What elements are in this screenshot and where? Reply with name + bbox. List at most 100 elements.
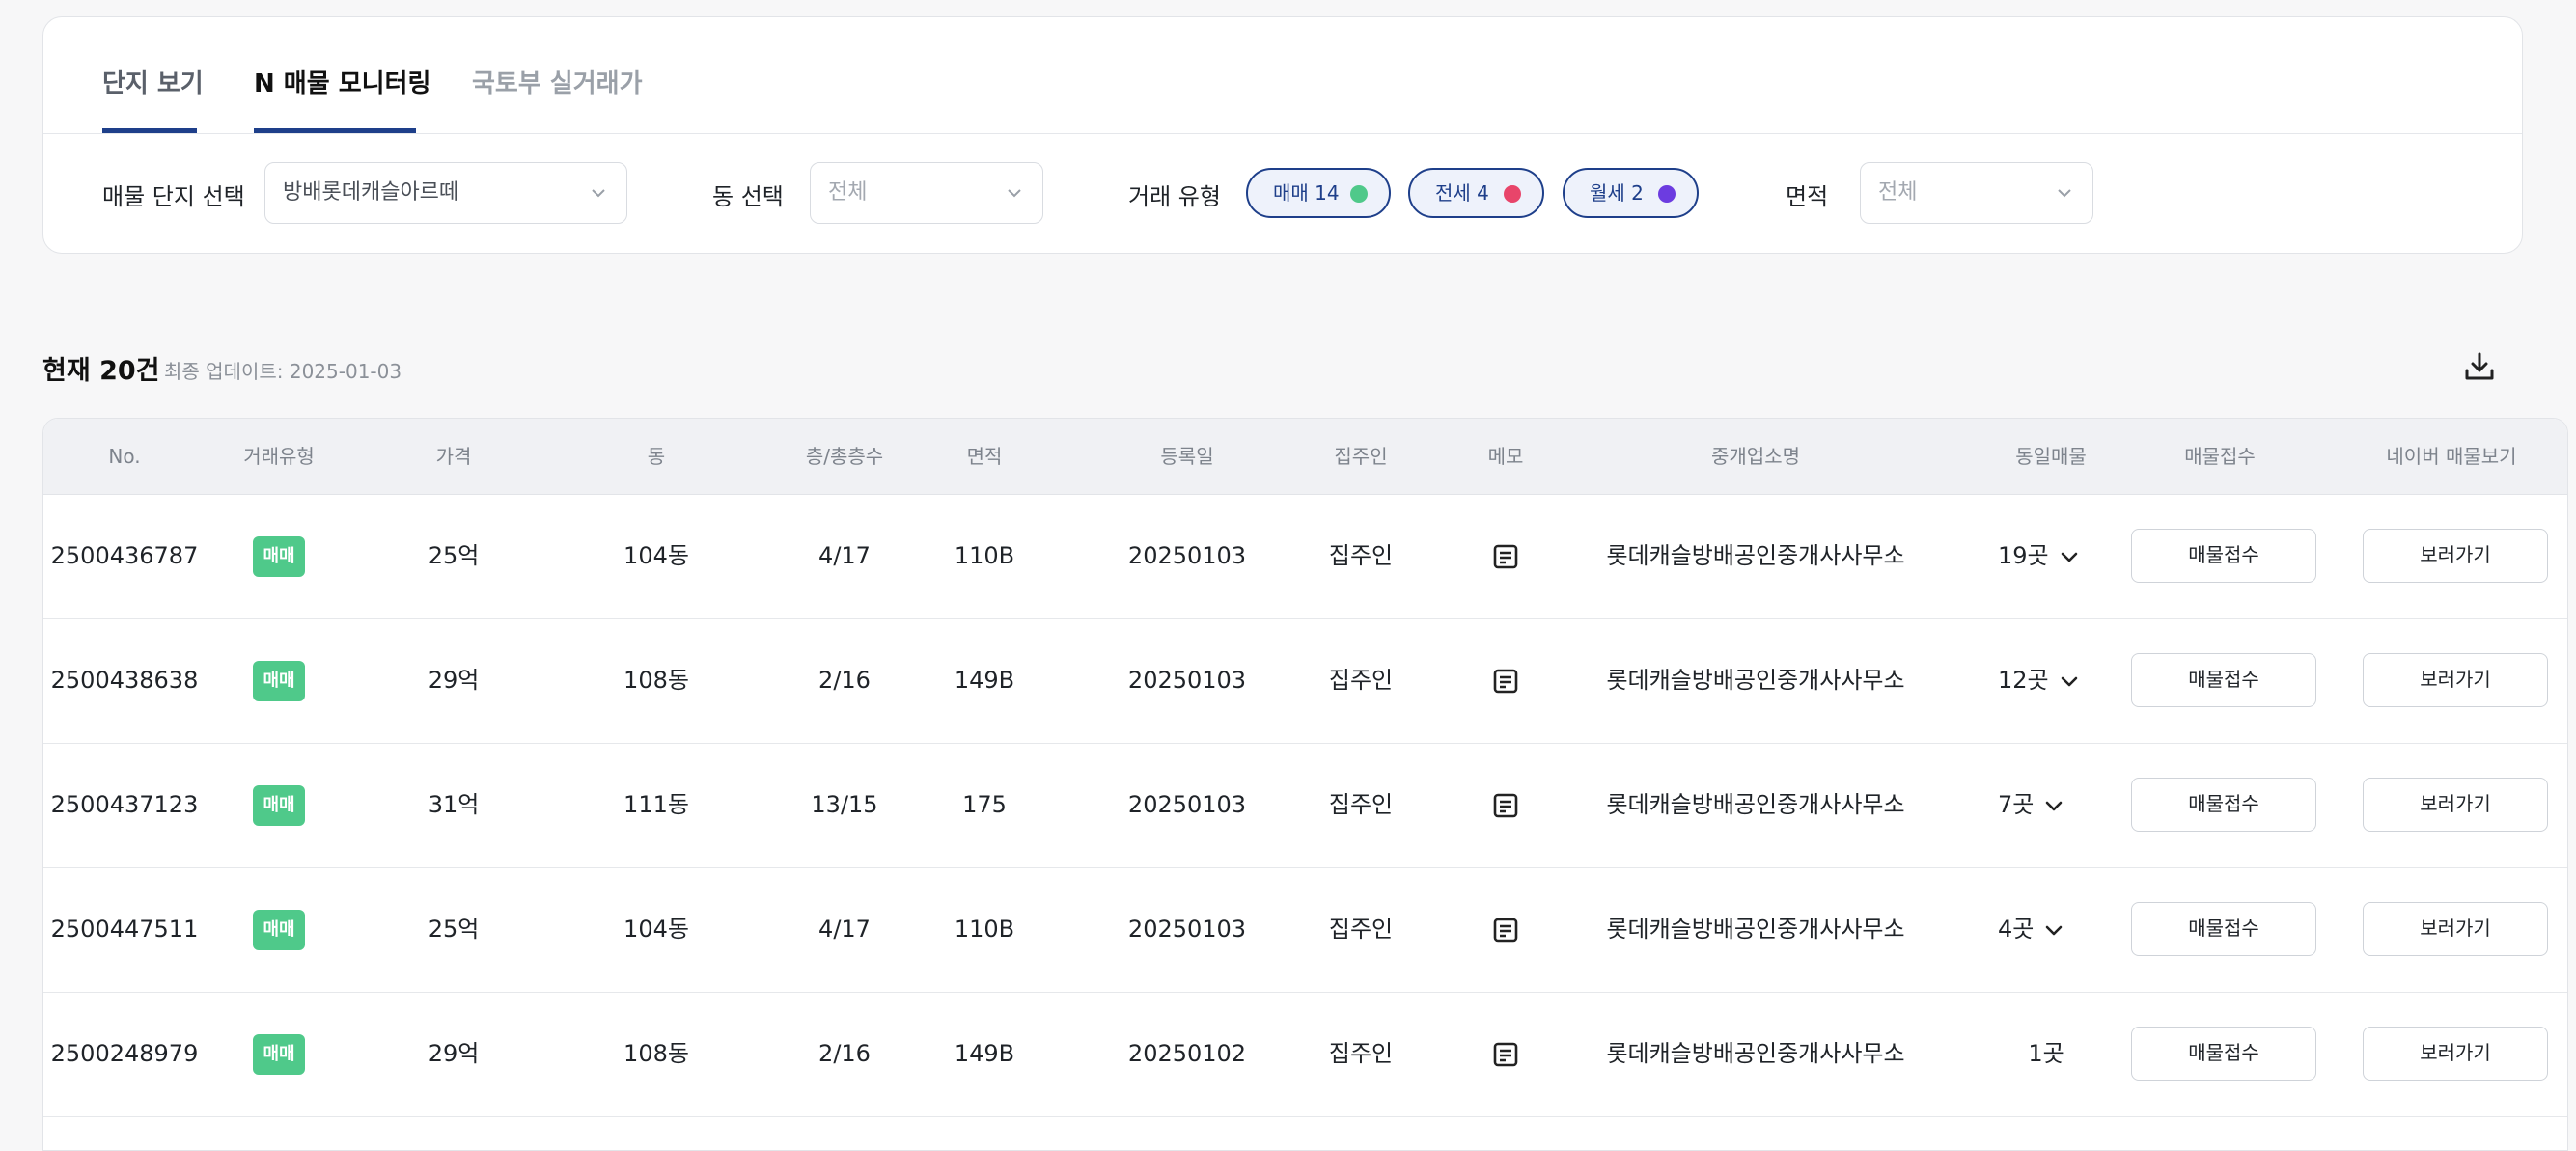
- area-cell: 175: [962, 791, 1007, 818]
- same-listing-toggle[interactable]: 19곳: [1998, 494, 2143, 618]
- table-header: No. 거래유형 가격 동 층/총층수 면적 등록일 집주인 메모 중개업소명 …: [43, 419, 2567, 495]
- naver-view-button[interactable]: 보러가기: [2363, 1027, 2548, 1081]
- floor-cell: 4/17: [818, 916, 871, 943]
- area-select-value: 전체: [1878, 180, 1918, 205]
- memo-icon[interactable]: [1491, 791, 1520, 820]
- chevron-down-icon: [1008, 189, 1021, 198]
- tab-bar: 단지 보기 N 매물 모니터링 국토부 실거래가: [43, 17, 2522, 134]
- chevron-down-icon: [2049, 667, 2080, 694]
- same-listing-count: 12곳: [1998, 667, 2049, 694]
- last-updated: 최종 업데이트: 2025-01-03: [164, 360, 402, 383]
- header-floor: 층/총층수: [805, 445, 884, 468]
- receive-listing-button[interactable]: 매물접수: [2131, 529, 2316, 583]
- area-cell: 149B: [954, 667, 1015, 694]
- header-price: 가격: [435, 445, 472, 468]
- receive-listing-button[interactable]: 매물접수: [2131, 902, 2316, 956]
- area-select[interactable]: 전체: [1860, 162, 2093, 224]
- date-cell: 20250103: [1127, 791, 1247, 818]
- table-row: 2500438638 매매 29억 108동 2/16 149B 20250103 집주인 롯데…: [43, 618, 2567, 744]
- date-cell: 20250103: [1127, 542, 1247, 569]
- header-trade-type: 거래유형: [243, 445, 315, 468]
- price-cell: 25억: [428, 542, 480, 569]
- date-cell: 20250103: [1127, 667, 1247, 694]
- dong-select-value: 전체: [828, 180, 868, 205]
- memo-icon[interactable]: [1491, 916, 1520, 945]
- filter-card: 단지 보기 N 매물 모니터링 국토부 실거래가 매물 단지 선택 방배롯데캐슬…: [42, 16, 2523, 254]
- header-naver-view: 네이버 매물보기: [2386, 445, 2517, 468]
- chevron-down-icon: [592, 189, 605, 198]
- dong-cell: 108동: [623, 667, 689, 694]
- chevron-down-icon: [2058, 189, 2071, 198]
- same-listing-toggle[interactable]: 12곳: [1998, 618, 2143, 743]
- table-row: 2500248979 매매 29억 108동 2/16 149B 20250102 집주인 롯데…: [43, 992, 2567, 1117]
- trade-type-chip-jeonse[interactable]: 전세 4: [1408, 168, 1544, 218]
- owner-cell: 집주인: [1328, 542, 1394, 569]
- floor-cell: 2/16: [818, 667, 871, 694]
- trade-type-chip-monthly[interactable]: 월세 2: [1563, 168, 1699, 218]
- tab-molit-transactions[interactable]: 국토부 실거래가: [472, 64, 643, 133]
- receive-listing-button[interactable]: 매물접수: [2131, 653, 2316, 707]
- dong-select-label: 동 선택: [712, 183, 784, 210]
- trade-type-chip-sale[interactable]: 매매 14: [1246, 168, 1391, 218]
- same-listing-count: 4곳: [1998, 916, 2035, 943]
- purple-dot-icon: [1658, 185, 1676, 203]
- receive-listing-button[interactable]: 매물접수: [2131, 1027, 2316, 1081]
- header-same-listing: 동일매물: [2015, 445, 2087, 468]
- dong-select[interactable]: 전체: [810, 162, 1043, 224]
- header-owner: 집주인: [1334, 445, 1388, 468]
- listing-number: 2500447511: [50, 916, 199, 943]
- listing-number: 2500437123: [50, 791, 199, 818]
- naver-view-button[interactable]: 보러가기: [2363, 902, 2548, 956]
- complex-select[interactable]: 방배롯데캐슬아르떼: [264, 162, 627, 224]
- header-memo: 메모: [1487, 445, 1524, 468]
- header-agency: 중개업소명: [1711, 445, 1800, 468]
- header-date: 등록일: [1160, 445, 1214, 468]
- chevron-down-icon: [2049, 542, 2080, 569]
- same-listing-toggle[interactable]: 7곳: [1998, 743, 2143, 867]
- header-no: No.: [108, 445, 141, 468]
- complex-select-label: 매물 단지 선택: [102, 183, 245, 210]
- trade-type-badge: 매매: [253, 910, 305, 950]
- area-cell: 110B: [954, 542, 1015, 569]
- tab-complex-view[interactable]: 단지 보기: [102, 64, 204, 133]
- listing-number: 2500436787: [50, 542, 199, 569]
- naver-view-button[interactable]: 보러가기: [2363, 778, 2548, 832]
- header-area: 면적: [966, 445, 1003, 468]
- owner-cell: 집주인: [1328, 791, 1394, 818]
- result-count: 현재 20건: [42, 356, 160, 386]
- trade-type-badge: 매매: [253, 785, 305, 826]
- owner-cell: 집주인: [1328, 667, 1394, 694]
- table-row: 2500437123 매매 31억 111동 13/15 175 20250103 집주인 롯데…: [43, 743, 2567, 868]
- memo-icon[interactable]: [1491, 542, 1520, 571]
- green-dot-icon: [1350, 185, 1368, 203]
- chip-label: 매매 14: [1273, 181, 1340, 205]
- price-cell: 25억: [428, 916, 480, 943]
- table-row: 2500436787 매매 25억 104동 4/17 110B 20250103 집주인 롯데…: [43, 494, 2567, 619]
- red-dot-icon: [1504, 185, 1521, 203]
- chevron-down-icon: [2034, 916, 2064, 943]
- owner-cell: 집주인: [1328, 916, 1394, 943]
- same-listing-count: 19곳: [1998, 542, 2049, 569]
- floor-cell: 13/15: [811, 791, 878, 818]
- chip-label: 월세 2: [1590, 181, 1644, 205]
- receive-listing-button[interactable]: 매물접수: [2131, 778, 2316, 832]
- naver-view-button[interactable]: 보러가기: [2363, 529, 2548, 583]
- price-cell: 29억: [428, 667, 480, 694]
- agency-cell: 롯데캐슬방배공인중개사사무소: [1606, 667, 1905, 694]
- same-listing-toggle[interactable]: 4곳: [1998, 867, 2143, 992]
- tab-listing-monitoring[interactable]: N 매물 모니터링: [254, 64, 430, 133]
- download-icon[interactable]: [2462, 349, 2497, 384]
- dong-cell: 111동: [623, 791, 689, 818]
- naver-view-button[interactable]: 보러가기: [2363, 653, 2548, 707]
- header-receive: 매물접수: [2184, 445, 2256, 468]
- agency-cell: 롯데캐슬방배공인중개사사무소: [1606, 791, 1905, 818]
- trade-type-label: 거래 유형: [1128, 183, 1221, 210]
- same-listing-count: 1곳: [2028, 1040, 2064, 1067]
- agency-cell: 롯데캐슬방배공인중개사사무소: [1606, 542, 1905, 569]
- listing-table: No. 거래유형 가격 동 층/총층수 면적 등록일 집주인 메모 중개업소명 …: [42, 418, 2568, 1151]
- memo-icon[interactable]: [1491, 1040, 1520, 1069]
- chevron-down-icon: [2034, 791, 2064, 818]
- memo-icon[interactable]: [1491, 667, 1520, 696]
- area-select-label: 면적: [1786, 183, 1829, 210]
- table-row: 2500447511 매매 25억 104동 4/17 110B 20250103 집주인 롯데…: [43, 867, 2567, 993]
